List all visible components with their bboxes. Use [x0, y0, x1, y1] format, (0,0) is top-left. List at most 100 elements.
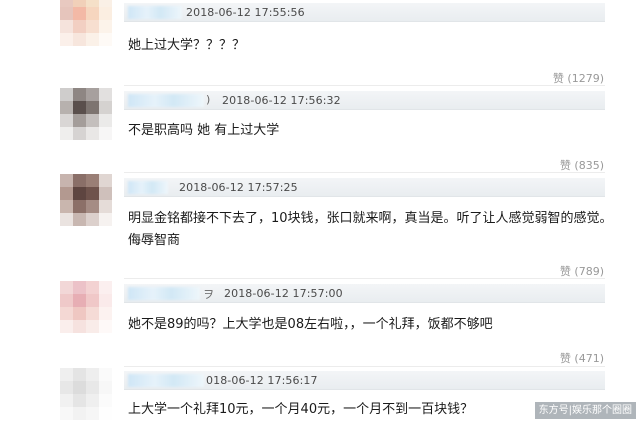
blurred-username[interactable]: [128, 181, 168, 194]
divider: [124, 172, 605, 173]
avatar-mosaic-tile: [73, 187, 86, 200]
like-count[interactable]: 赞 (1279): [553, 70, 604, 86]
avatar-mosaic-tile: [99, 114, 112, 127]
divider: [124, 85, 605, 86]
comment-meta-bar: ) 2018-06-12 17:56:32: [124, 91, 605, 110]
avatar-mosaic-tile: [60, 294, 73, 307]
avatar-mosaic-tile: [99, 174, 112, 187]
avatar-mosaic-tile: [99, 0, 112, 7]
avatar-mosaic-tile: [99, 407, 112, 420]
avatar-mosaic-tile: [60, 394, 73, 407]
avatar-mosaic-tile: [73, 114, 86, 127]
avatar-mosaic-tile: [60, 320, 73, 333]
username-suffix: ヲ: [203, 288, 214, 301]
avatar[interactable]: [60, 368, 112, 420]
blurred-username[interactable]: [128, 94, 204, 107]
avatar-mosaic-tile: [99, 213, 112, 226]
avatar-mosaic-tile: [73, 200, 86, 213]
avatar-mosaic-tile: [60, 114, 73, 127]
avatar-mosaic-tile: [99, 294, 112, 307]
avatar-mosaic-tile: [86, 213, 99, 226]
comment-timestamp: 2018-06-12 17:56:32: [222, 94, 341, 107]
avatar-mosaic-tile: [60, 213, 73, 226]
avatar-mosaic-tile: [99, 394, 112, 407]
like-count[interactable]: 赞 (789): [560, 263, 604, 279]
avatar-mosaic-tile: [86, 174, 99, 187]
avatar-mosaic-tile: [86, 200, 99, 213]
avatar-mosaic-tile: [86, 127, 99, 140]
comment-timestamp: 018-06-12 17:56:17: [206, 374, 318, 387]
avatar-mosaic-tile: [73, 368, 86, 381]
blurred-username[interactable]: [128, 6, 182, 19]
avatar-mosaic-tile: [86, 20, 99, 33]
avatar-mosaic-tile: [99, 307, 112, 320]
watermark: 东方号|娱乐那个圈圈: [534, 402, 636, 419]
avatar-mosaic-tile: [60, 88, 73, 101]
avatar-mosaic-tile: [73, 281, 86, 294]
comment-meta-bar: 2018-06-12 17:55:56: [124, 3, 605, 22]
avatar-mosaic-tile: [86, 307, 99, 320]
avatar-mosaic-tile: [60, 0, 73, 7]
avatar-mosaic-tile: [86, 381, 99, 394]
avatar-mosaic-tile: [73, 127, 86, 140]
username-suffix: ): [206, 93, 211, 106]
divider: [124, 366, 605, 367]
comment-meta-bar: 2018-06-12 17:57:25: [124, 178, 605, 197]
divider: [124, 278, 605, 279]
comment-text: 她不是89的吗？上大学也是08左右啦，，一个礼拜，饭都不够吧: [128, 317, 493, 332]
avatar-mosaic-tile: [99, 20, 112, 33]
avatar[interactable]: [60, 0, 112, 46]
avatar-mosaic-tile: [60, 33, 73, 46]
avatar-mosaic-tile: [73, 320, 86, 333]
comment-timestamp: 2018-06-12 17:57:25: [179, 181, 298, 194]
avatar-mosaic-tile: [86, 0, 99, 7]
avatar-mosaic-tile: [99, 281, 112, 294]
avatar-mosaic-tile: [73, 101, 86, 114]
avatar[interactable]: [60, 88, 112, 140]
comment-text: 不是职高吗 她 有上过大学: [128, 123, 280, 138]
like-count[interactable]: 赞 (471): [560, 350, 604, 366]
avatar-mosaic-tile: [86, 394, 99, 407]
avatar-mosaic-tile: [86, 114, 99, 127]
comment-meta-bar: ヲ 2018-06-12 17:57:00: [124, 284, 605, 303]
avatar-mosaic-tile: [73, 213, 86, 226]
comment-meta-bar: 018-06-12 17:56:17: [124, 371, 605, 390]
avatar-mosaic-tile: [86, 320, 99, 333]
avatar-mosaic-tile: [86, 33, 99, 46]
blurred-username[interactable]: [128, 374, 204, 387]
avatar-mosaic-tile: [73, 20, 86, 33]
avatar-mosaic-tile: [99, 101, 112, 114]
avatar-mosaic-tile: [86, 294, 99, 307]
avatar-mosaic-tile: [60, 7, 73, 20]
comment-timestamp: 2018-06-12 17:55:56: [186, 6, 305, 19]
avatar-mosaic-tile: [60, 200, 73, 213]
avatar-mosaic-tile: [99, 187, 112, 200]
avatar-mosaic-tile: [60, 20, 73, 33]
like-count[interactable]: 赞 (835): [560, 157, 604, 173]
avatar-mosaic-tile: [99, 7, 112, 20]
avatar[interactable]: [60, 281, 112, 333]
avatar-mosaic-tile: [73, 294, 86, 307]
avatar-mosaic-tile: [73, 394, 86, 407]
avatar-mosaic-tile: [99, 381, 112, 394]
avatar-mosaic-tile: [60, 127, 73, 140]
avatar-mosaic-tile: [73, 88, 86, 101]
avatar-mosaic-tile: [60, 281, 73, 294]
avatar-mosaic-tile: [73, 407, 86, 420]
blurred-username[interactable]: [128, 287, 200, 300]
avatar-mosaic-tile: [73, 7, 86, 20]
comment-text: 明显金铭都接不下去了，10块钱，张口就来啊，真当是。听了让人感觉弱智的感觉。侮辱…: [128, 211, 613, 248]
avatar-mosaic-tile: [73, 33, 86, 46]
avatar-mosaic-tile: [86, 88, 99, 101]
avatar-mosaic-tile: [99, 127, 112, 140]
avatar[interactable]: [60, 174, 112, 226]
avatar-mosaic-tile: [73, 307, 86, 320]
avatar-mosaic-tile: [60, 101, 73, 114]
avatar-mosaic-tile: [86, 407, 99, 420]
avatar-mosaic-tile: [99, 88, 112, 101]
avatar-mosaic-tile: [99, 320, 112, 333]
comment-text: 她上过大学？？？？: [128, 38, 246, 53]
avatar-mosaic-tile: [86, 368, 99, 381]
avatar-mosaic-tile: [60, 174, 73, 187]
avatar-mosaic-tile: [60, 368, 73, 381]
